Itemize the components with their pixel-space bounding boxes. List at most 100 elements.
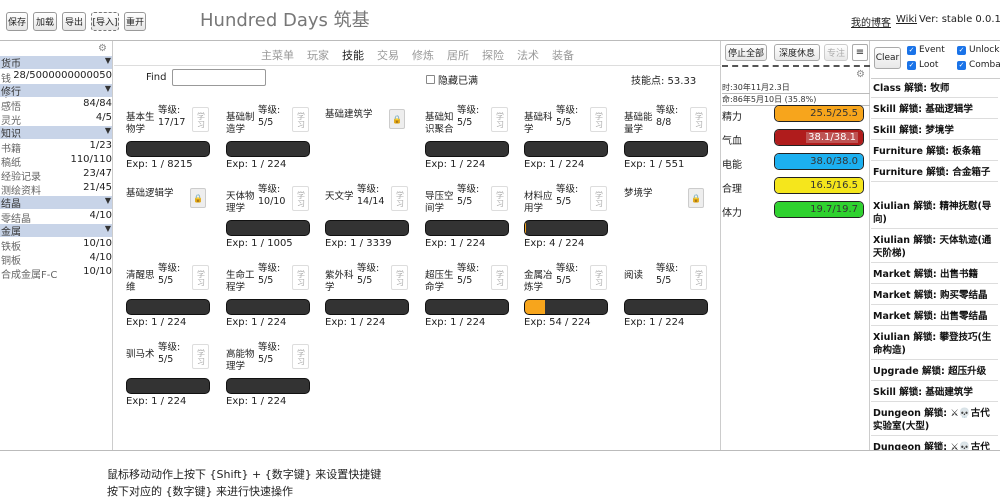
skill-name-text: 金属冶炼学	[524, 270, 553, 293]
learn-button[interactable]: 学习	[391, 265, 408, 290]
resource-label: 铁板	[1, 242, 21, 253]
log-filter-combat[interactable]: ✓Combat	[957, 60, 1000, 70]
blog-link[interactable]: 我的博客	[851, 14, 891, 29]
learn-button[interactable]: 学习	[391, 186, 408, 211]
skill-name: 超压生命学	[425, 264, 455, 294]
log-message: Market 解锁: 出售书籍	[871, 266, 998, 284]
skill-name: 阅读	[624, 264, 654, 282]
import-button[interactable]: [导入]	[91, 12, 119, 31]
checkbox-checked-icon[interactable]: ✓	[957, 45, 966, 55]
resource-label: 感悟	[1, 102, 21, 113]
resource-row: 铜板 4/10	[0, 252, 112, 267]
hide-full-toggle[interactable]: 隐藏已满	[426, 72, 478, 87]
skill-name-text: 天体物理学	[226, 191, 255, 214]
resource-value: 84/84	[83, 98, 112, 109]
save-button[interactable]: 保存	[6, 12, 28, 31]
learn-button[interactable]: 学习	[192, 344, 209, 369]
checkbox-checked-icon[interactable]: ✓	[907, 60, 916, 70]
category-name: 结晶	[1, 199, 21, 210]
learn-button[interactable]: 学习	[491, 107, 508, 132]
load-button[interactable]: 加载	[33, 12, 57, 31]
stat-row: 气血 38.1/38.1	[722, 128, 870, 148]
stat-value: 16.5/16.5	[810, 180, 858, 191]
skill-level: 等级: 5/5	[656, 263, 679, 286]
chevron-down-icon[interactable]: ▼	[105, 196, 111, 205]
lock-icon[interactable]: 🔒	[190, 188, 206, 208]
skill-level: 等级: 5/5	[357, 263, 380, 286]
tab-item[interactable]: 交易	[377, 47, 399, 63]
skill-level: 等级: 5/5	[158, 263, 181, 286]
chevron-down-icon[interactable]: ▼	[105, 56, 111, 65]
stop-all-button[interactable]: 停止全部	[725, 44, 767, 61]
deep-rest-button[interactable]: 深度休息	[774, 44, 820, 61]
tab-item[interactable]: 玩家	[307, 47, 329, 63]
log-message: Xiulian 解锁: 精神抚慰(导向)	[871, 198, 998, 229]
learn-button[interactable]: 学习	[192, 107, 209, 132]
skill-card: 天文学 等级: 14/14 学习 Exp: 1 / 3339	[325, 184, 421, 257]
learn-button[interactable]: 学习	[590, 107, 607, 132]
tab-item[interactable]: 主菜单	[261, 47, 294, 63]
learn-button[interactable]: 学习	[690, 107, 707, 132]
learn-button[interactable]: 学习	[590, 186, 607, 211]
learn-button[interactable]: 学习	[192, 265, 209, 290]
tab-item[interactable]: 法术	[517, 47, 539, 63]
learn-button[interactable]: 学习	[292, 107, 309, 132]
skill-name-text: 生命工程学	[226, 270, 255, 293]
log-filter-loot[interactable]: ✓ Loot	[907, 60, 938, 70]
learn-button[interactable]: 学习	[491, 186, 508, 211]
restart-button[interactable]: 重开	[124, 12, 146, 31]
checkbox-icon[interactable]	[426, 75, 435, 84]
sidebar-category[interactable]: 结晶 ▼	[0, 196, 112, 210]
gear-icon[interactable]: ⚙	[98, 43, 107, 54]
sidebar-category[interactable]: 知识 ▼	[0, 126, 112, 140]
tab-item[interactable]: 装备	[552, 47, 574, 63]
sidebar-category[interactable]: 货币 ▼	[0, 56, 112, 70]
chevron-down-icon[interactable]: ▼	[105, 126, 111, 135]
learn-button[interactable]: 学习	[292, 265, 309, 290]
lock-icon[interactable]: 🔒	[389, 109, 405, 129]
skill-level: 等级: 17/17	[158, 105, 186, 128]
tab-item[interactable]: 技能	[342, 47, 364, 63]
skill-exp: Exp: 1 / 224	[425, 159, 486, 170]
tab-item[interactable]: 居所	[447, 47, 469, 63]
skill-name-text: 基础制造学	[226, 112, 255, 135]
resource-label: 稿纸	[1, 158, 21, 169]
resource-label: 灵光	[1, 116, 21, 127]
learn-button[interactable]: 学习	[491, 265, 508, 290]
learn-button[interactable]: 学习	[690, 265, 707, 290]
chevron-down-icon[interactable]: ▼	[105, 224, 111, 233]
log-message: Skill 解锁: 梦境学	[871, 122, 998, 140]
checkbox-checked-icon[interactable]: ✓	[907, 45, 916, 55]
skill-name: 基础能量学	[624, 106, 654, 136]
log-filter-event[interactable]: ✓ Event	[907, 45, 945, 55]
find-label: Find	[146, 72, 167, 83]
stat-bar: 25.5/25.5	[774, 105, 864, 122]
skill-name: 基础知识聚合	[425, 106, 455, 136]
skill-progress-bar	[425, 220, 509, 236]
lock-icon[interactable]: 🔒	[688, 188, 704, 208]
skill-exp: Exp: 1 / 224	[425, 238, 486, 249]
skill-progress-bar	[624, 141, 708, 157]
learn-button[interactable]: 学习	[292, 186, 309, 211]
gear-icon[interactable]: ⚙	[856, 69, 865, 80]
wiki-link[interactable]: Wiki	[896, 14, 917, 25]
tab-item[interactable]: 修炼	[412, 47, 434, 63]
chevron-down-icon[interactable]: ▼	[105, 84, 111, 93]
menu-icon[interactable]: ≡	[852, 44, 868, 61]
learn-button[interactable]: 学习	[292, 344, 309, 369]
find-input[interactable]	[172, 69, 266, 86]
sidebar-category[interactable]: 金属 ▼	[0, 224, 112, 238]
focus-button[interactable]: 专注	[824, 44, 848, 61]
log-filter-unlock[interactable]: ✓ Unlock	[957, 45, 999, 55]
skill-progress-bar	[226, 220, 310, 236]
skill-progress-bar	[425, 141, 509, 157]
resource-label: 书籍	[1, 144, 21, 155]
checkbox-checked-icon[interactable]: ✓	[957, 60, 966, 70]
resource-value: 28/5000000000050	[13, 70, 112, 81]
clear-button[interactable]: Clear	[874, 47, 901, 69]
tab-item[interactable]: 探险	[482, 47, 504, 63]
sidebar-category[interactable]: 修行 ▼	[0, 84, 112, 98]
skill-card: 基础知识聚合 等级: 5/5 学习 Exp: 1 / 224	[425, 105, 521, 178]
export-button[interactable]: 导出	[62, 12, 86, 31]
learn-button[interactable]: 学习	[590, 265, 607, 290]
